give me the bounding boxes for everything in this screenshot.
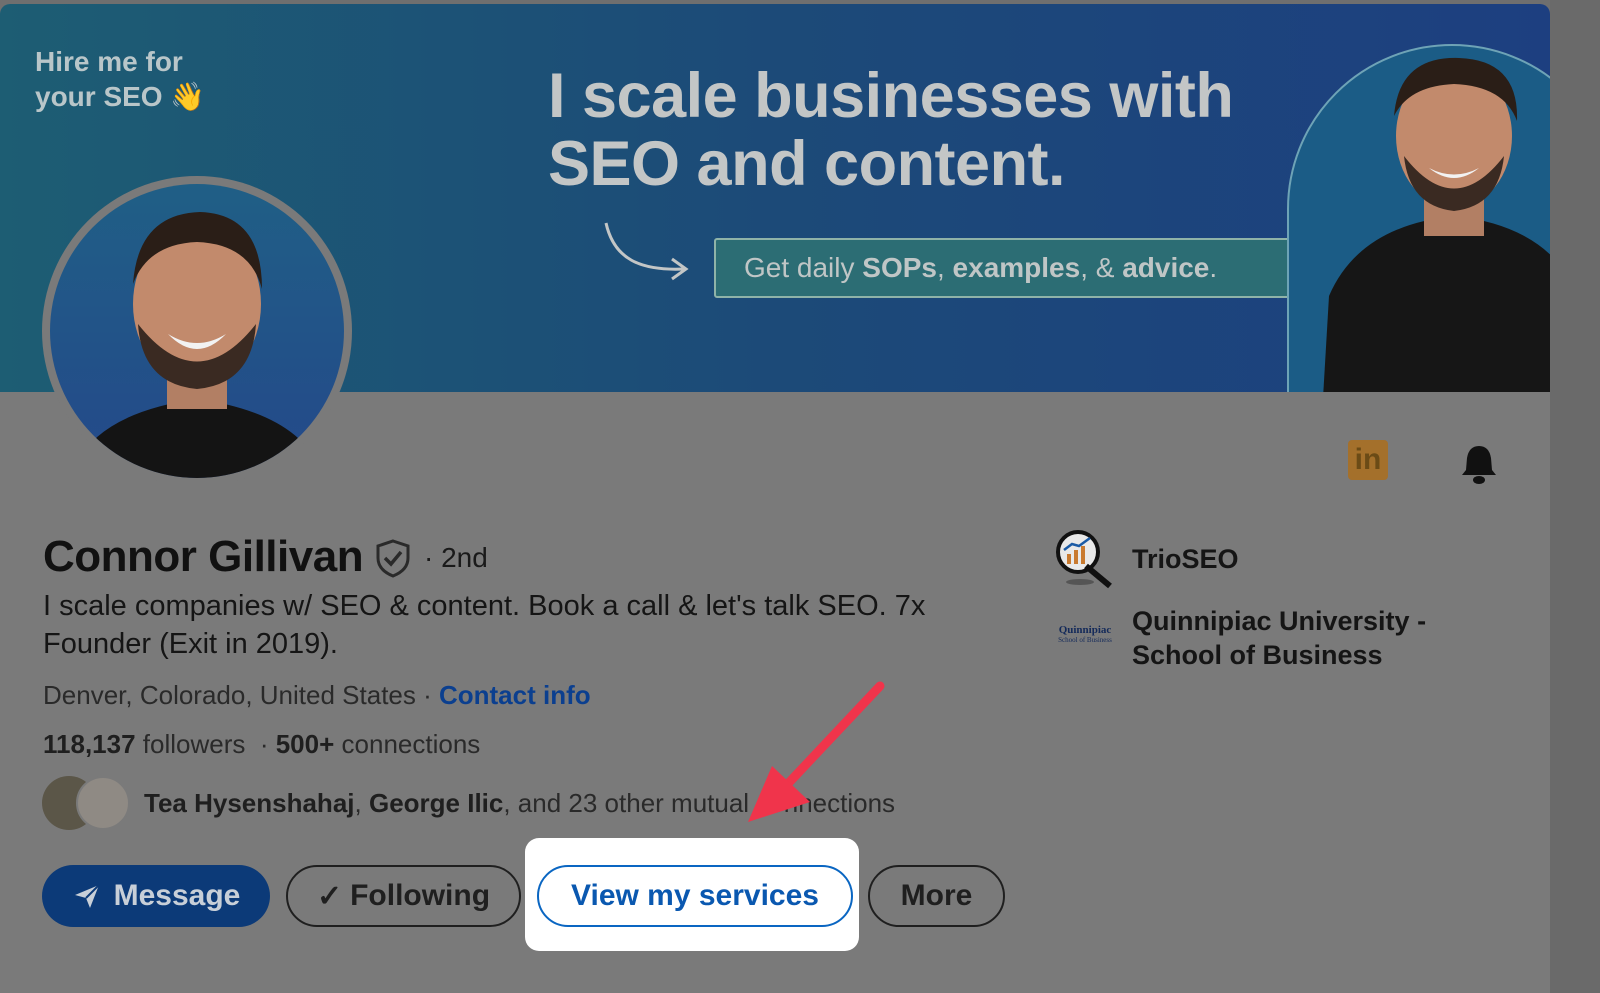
send-icon <box>74 884 100 908</box>
linkedin-icon[interactable]: in <box>1348 440 1388 480</box>
trioseo-logo-icon[interactable] <box>1052 526 1116 590</box>
contact-info-link[interactable]: Contact info <box>439 680 591 710</box>
view-services-button[interactable]: View my services <box>537 865 853 927</box>
banner-headline: I scale businesses with SEO and content. <box>548 61 1234 199</box>
quinnipiac-logo[interactable]: Quinnipiac School of Business <box>1050 624 1120 644</box>
profile-avatar[interactable] <box>50 184 344 478</box>
checkmark-icon: ✓ <box>316 879 343 913</box>
mutual-connection-avatars[interactable] <box>42 776 132 830</box>
current-company[interactable]: TrioSEO <box>1132 542 1239 576</box>
window-edge <box>1550 0 1600 993</box>
profile-location: Denver, Colorado, United States · Contac… <box>43 680 591 710</box>
profile-card: Hire me for your SEO 👋 I scale businesse… <box>0 4 1550 993</box>
banner-cta-box: Get daily SOPs, examples, & advice. <box>714 238 1314 298</box>
bell-icon[interactable] <box>1457 442 1501 486</box>
education-school[interactable]: Quinnipiac University - School of Busine… <box>1132 604 1426 672</box>
banner-hire-text: Hire me for your SEO 👋 <box>35 46 206 112</box>
verified-shield-icon[interactable] <box>374 538 412 578</box>
connection-degree: · 2nd <box>424 542 488 573</box>
following-button[interactable]: ✓ Following <box>286 865 521 927</box>
more-button[interactable]: More <box>868 865 1005 927</box>
avatar <box>76 776 130 830</box>
profile-headline: I scale companies w/ SEO & content. Book… <box>43 590 926 660</box>
profile-stats: 118,137 followers · 500+ connections <box>43 729 481 759</box>
red-pointer-arrow-icon <box>748 681 885 822</box>
followers-count: 118,137 <box>43 729 136 759</box>
banner-portrait <box>1287 44 1550 392</box>
banner-person-image <box>1323 57 1550 392</box>
message-button[interactable]: Message <box>42 865 270 927</box>
banner-curved-arrow-icon <box>604 222 689 281</box>
profile-name: Connor Gillivan <box>43 532 364 581</box>
connections-count[interactable]: 500+ <box>276 729 335 759</box>
profile-photo <box>70 212 324 478</box>
